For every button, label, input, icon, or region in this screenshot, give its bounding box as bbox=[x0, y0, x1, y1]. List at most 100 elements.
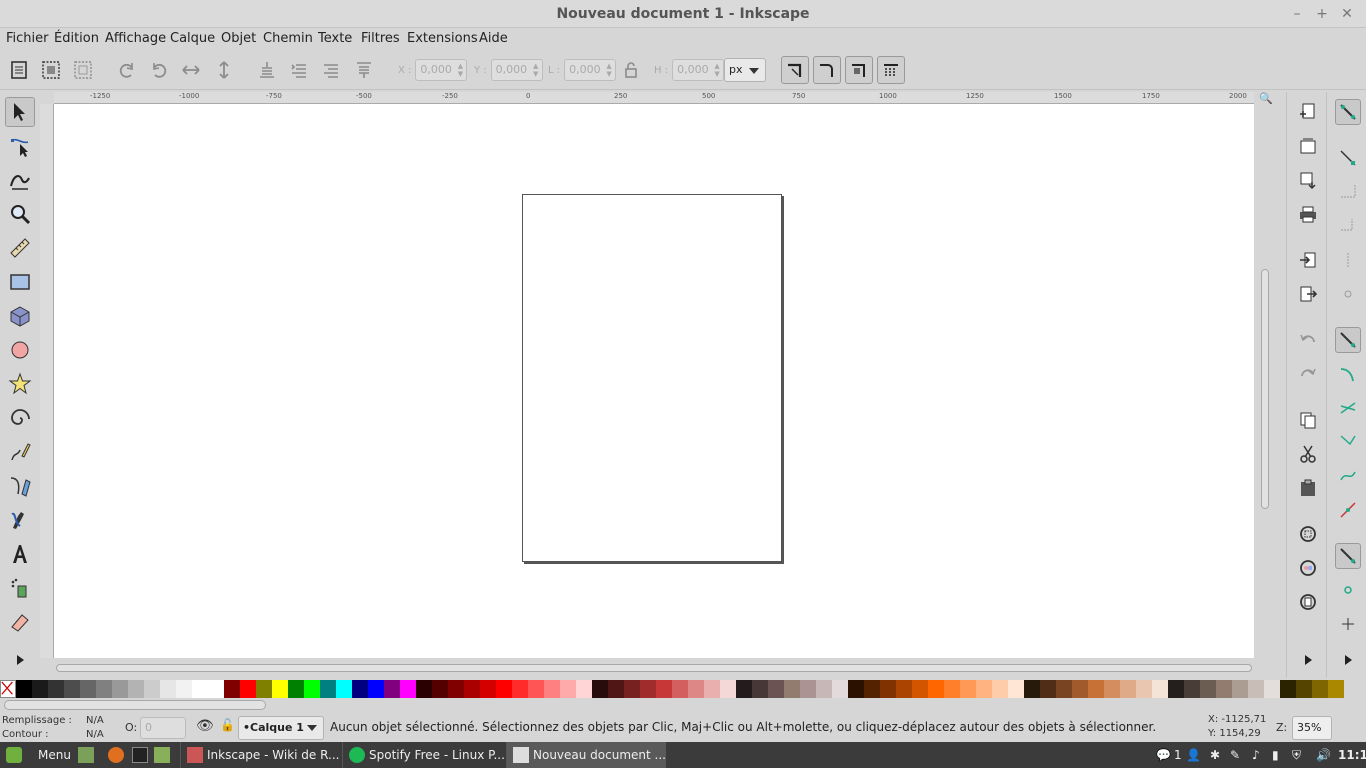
color-swatch[interactable] bbox=[1008, 680, 1024, 698]
terminal-icon[interactable] bbox=[132, 747, 148, 763]
color-swatch[interactable] bbox=[800, 680, 816, 698]
color-swatch[interactable] bbox=[624, 680, 640, 698]
measure-tool[interactable] bbox=[5, 233, 35, 263]
color-swatch[interactable] bbox=[272, 680, 288, 698]
rotate-ccw-icon[interactable] bbox=[113, 56, 141, 84]
color-swatch[interactable] bbox=[560, 680, 576, 698]
color-swatch[interactable] bbox=[176, 680, 192, 698]
height-input[interactable]: 0,000 ▲ ▼ bbox=[672, 59, 725, 81]
lock-ratio-icon[interactable] bbox=[617, 56, 645, 84]
menu-affichage[interactable]: Affichage bbox=[99, 29, 172, 48]
selector-tool[interactable] bbox=[5, 97, 35, 127]
menu-calque[interactable]: Calque bbox=[164, 29, 221, 48]
snap-line-midpoints-icon[interactable] bbox=[1335, 497, 1361, 523]
vertical-scrollbar[interactable] bbox=[1257, 104, 1273, 658]
spin-icon[interactable]: ▲ ▼ bbox=[713, 62, 721, 78]
color-swatch[interactable] bbox=[336, 680, 352, 698]
color-swatch[interactable] bbox=[80, 680, 96, 698]
pen-tool[interactable] bbox=[5, 471, 35, 501]
color-swatch[interactable] bbox=[640, 680, 656, 698]
select-all-layers-icon[interactable] bbox=[37, 56, 65, 84]
scale-stroke-icon[interactable] bbox=[781, 56, 809, 84]
snap-bbox-corners-icon[interactable] bbox=[1335, 213, 1361, 239]
color-swatch[interactable] bbox=[528, 680, 544, 698]
zoom-input[interactable]: 35% bbox=[1292, 716, 1332, 740]
color-swatch[interactable] bbox=[112, 680, 128, 698]
more-tools-icon[interactable] bbox=[5, 645, 35, 675]
more-commands-icon[interactable] bbox=[1295, 647, 1321, 673]
open-icon[interactable] bbox=[1295, 133, 1321, 159]
color-swatch[interactable] bbox=[592, 680, 608, 698]
color-swatch[interactable] bbox=[480, 680, 496, 698]
snap-bbox-edges-icon[interactable] bbox=[1335, 179, 1361, 205]
snap-rotation-center-icon[interactable] bbox=[1335, 611, 1361, 637]
menu-fichier[interactable]: Fichier bbox=[0, 29, 55, 48]
color-swatch[interactable] bbox=[1184, 680, 1200, 698]
save-icon[interactable] bbox=[1295, 167, 1321, 193]
raise-to-top-icon[interactable] bbox=[350, 56, 378, 84]
snap-bbox-center-icon[interactable] bbox=[1335, 281, 1361, 307]
snap-object-center-icon[interactable] bbox=[1335, 577, 1361, 603]
more-snap-icon[interactable] bbox=[1335, 647, 1361, 673]
taskbar-window-inkscape[interactable]: Nouveau document ... bbox=[506, 742, 666, 768]
bluetooth-icon[interactable]: ✱ bbox=[1210, 742, 1220, 768]
color-swatch[interactable] bbox=[32, 680, 48, 698]
move-patterns-icon[interactable] bbox=[877, 56, 905, 84]
close-button[interactable]: ✕ bbox=[1336, 4, 1358, 24]
color-swatch[interactable] bbox=[880, 680, 896, 698]
color-swatch[interactable] bbox=[1216, 680, 1232, 698]
document-page[interactable] bbox=[522, 194, 782, 562]
menu-objet[interactable]: Objet bbox=[215, 29, 262, 48]
layer-select[interactable]: •Calque 1 bbox=[238, 716, 324, 740]
color-swatch[interactable] bbox=[64, 680, 80, 698]
width-input[interactable]: 0,000 ▲ ▼ bbox=[564, 59, 617, 81]
color-swatch[interactable] bbox=[368, 680, 384, 698]
maximize-button[interactable]: + bbox=[1311, 4, 1333, 24]
user-icon[interactable]: 👤 bbox=[1186, 742, 1201, 768]
color-swatch[interactable] bbox=[960, 680, 976, 698]
raise-icon[interactable] bbox=[317, 56, 345, 84]
menu-texte[interactable]: Texte bbox=[312, 29, 358, 48]
color-swatch[interactable] bbox=[992, 680, 1008, 698]
copy-icon[interactable] bbox=[1295, 407, 1321, 433]
spin-icon[interactable]: ▲ ▼ bbox=[532, 62, 540, 78]
color-swatch[interactable] bbox=[976, 680, 992, 698]
color-swatch[interactable] bbox=[576, 680, 592, 698]
color-swatch[interactable] bbox=[208, 680, 224, 698]
color-swatch[interactable] bbox=[512, 680, 528, 698]
cut-icon[interactable] bbox=[1295, 441, 1321, 467]
menu-extensions[interactable]: Extensions bbox=[401, 29, 484, 48]
pencil-tool[interactable] bbox=[5, 437, 35, 467]
color-swatch[interactable] bbox=[816, 680, 832, 698]
pen-icon[interactable]: ✎ bbox=[1230, 742, 1240, 768]
firefox-icon[interactable] bbox=[108, 747, 124, 763]
taskbar-window-spotify[interactable]: Spotify Free - Linux P... bbox=[342, 742, 504, 768]
ellipse-tool[interactable] bbox=[5, 335, 35, 365]
snap-others-icon[interactable] bbox=[1335, 543, 1361, 569]
files-icon[interactable] bbox=[154, 747, 170, 763]
move-gradients-icon[interactable] bbox=[845, 56, 873, 84]
redo-icon[interactable] bbox=[1295, 361, 1321, 387]
color-swatch[interactable] bbox=[144, 680, 160, 698]
color-swatch[interactable] bbox=[768, 680, 784, 698]
music-icon[interactable]: ♪ bbox=[1252, 742, 1260, 768]
color-swatch[interactable] bbox=[544, 680, 560, 698]
tweak-tool[interactable] bbox=[5, 165, 35, 195]
new-document-icon[interactable] bbox=[1295, 99, 1321, 125]
color-swatch[interactable] bbox=[1232, 680, 1248, 698]
color-swatch[interactable] bbox=[416, 680, 432, 698]
color-swatch[interactable] bbox=[288, 680, 304, 698]
color-swatch[interactable] bbox=[1088, 680, 1104, 698]
snap-cusp-nodes-icon[interactable] bbox=[1335, 429, 1361, 455]
palette-scrollbar[interactable] bbox=[4, 700, 266, 710]
shield-icon[interactable]: ⛨ bbox=[1292, 742, 1301, 768]
color-swatch[interactable] bbox=[784, 680, 800, 698]
battery-icon[interactable]: ▮ bbox=[1272, 742, 1279, 768]
stroke-value[interactable]: N/A bbox=[86, 729, 104, 740]
lower-to-bottom-icon[interactable] bbox=[253, 56, 281, 84]
print-icon[interactable] bbox=[1295, 201, 1321, 227]
calligraphy-tool[interactable] bbox=[5, 505, 35, 535]
zoom-selection-icon[interactable] bbox=[1295, 521, 1321, 547]
color-swatch[interactable] bbox=[736, 680, 752, 698]
color-swatch[interactable] bbox=[1104, 680, 1120, 698]
